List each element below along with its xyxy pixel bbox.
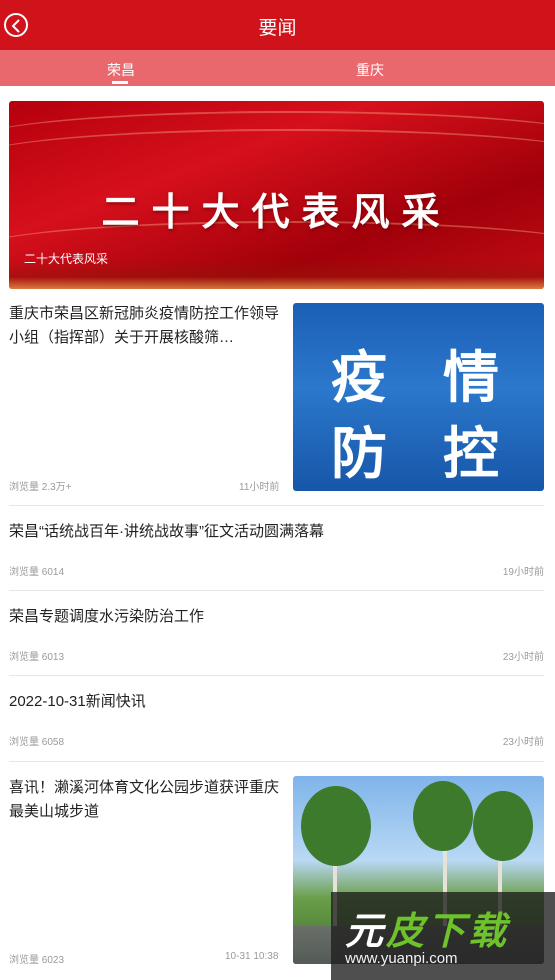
thumbnail-char: 疫: [331, 346, 387, 411]
divider: [9, 505, 544, 506]
news-title: 喜讯！濑溪河体育文化公园步道获评重庆最美山城步道: [9, 779, 280, 820]
thumbnail-char: 情: [443, 346, 499, 411]
news-item[interactable]: 荣昌专题调度水污染防治工作 浏览量 6013 23小时前: [9, 605, 544, 665]
watermark-logo-part: 元: [345, 909, 387, 953]
news-item[interactable]: 2022-10-31新闻快讯 浏览量 6058 23小时前: [9, 690, 544, 750]
news-title: 重庆市荣昌区新冠肺炎疫情防控工作领导小组（指挥部）关于开展核酸筛…: [9, 305, 280, 346]
news-title: 荣昌“话统战百年·讲统战故事”征文活动圆满落幕: [9, 523, 324, 540]
news-time: 23小时前: [502, 652, 544, 663]
tree-canopy: [473, 791, 533, 861]
divider: [9, 590, 544, 591]
banner-headline: 二十大代表风采: [101, 189, 452, 234]
news-views: 浏览量 6058: [9, 737, 65, 748]
tree-canopy: [301, 786, 371, 866]
news-views: 浏览量 2.3万+: [9, 482, 72, 493]
news-views: 浏览量 6023: [9, 955, 65, 966]
thumbnail-char: 防: [331, 422, 387, 487]
thumbnail-char: 控: [443, 422, 499, 487]
featured-banner[interactable]: 二十大代表风采 二十大代表风采: [9, 101, 544, 289]
watermark-logo-part: 皮下载: [386, 909, 510, 953]
tab-rongchang[interactable]: 荣昌: [107, 60, 135, 80]
watermark-url: www.yuanpi.com: [345, 950, 458, 967]
news-time: 11小时前: [239, 482, 280, 493]
divider: [9, 761, 544, 762]
title-bar: 要闻: [0, 0, 555, 50]
news-time: 23小时前: [502, 737, 544, 748]
watermark-logo: 元皮下载: [345, 900, 509, 955]
news-title: 荣昌专题调度水污染防治工作: [9, 608, 205, 625]
news-item[interactable]: 荣昌“话统战百年·讲统战故事”征文活动圆满落幕 浏览量 6014 19小时前: [9, 520, 544, 580]
banner-caption: 二十大代表风采: [24, 252, 109, 266]
news-time: 10-31 10:38: [225, 951, 279, 962]
divider: [9, 675, 544, 676]
news-views: 浏览量 6014: [9, 567, 65, 578]
tab-bar: 荣昌 重庆: [0, 50, 555, 86]
news-time: 19小时前: [502, 567, 544, 578]
news-title: 2022-10-31新闻快讯: [9, 693, 146, 710]
page-title: 要闻: [258, 18, 297, 39]
site-watermark: 元皮下载 www.yuanpi.com: [331, 892, 555, 980]
tab-chongqing[interactable]: 重庆: [356, 60, 384, 80]
news-views: 浏览量 6013: [9, 652, 65, 663]
banner-decoration: [9, 129, 544, 189]
tree-canopy: [413, 781, 473, 851]
news-thumbnail[interactable]: 疫 情 防 控: [293, 303, 544, 491]
active-tab-indicator: [112, 81, 128, 84]
